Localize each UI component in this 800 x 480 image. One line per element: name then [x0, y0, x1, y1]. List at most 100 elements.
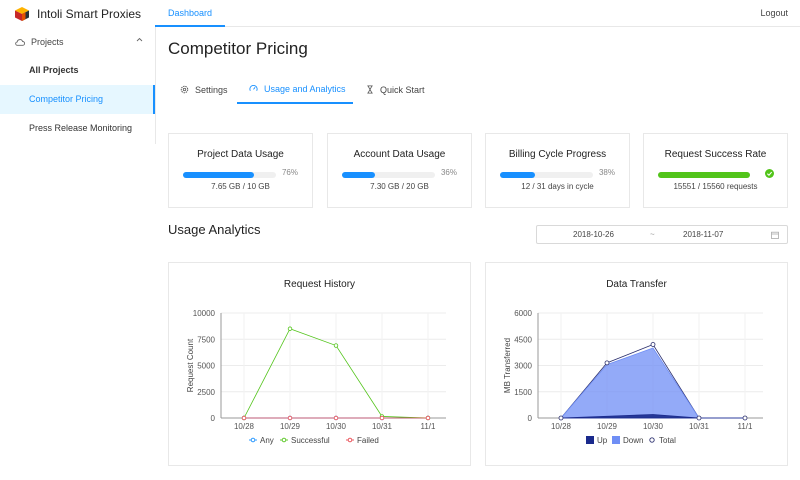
range-separator: ~ [650, 230, 655, 239]
stat-card-project-data: Project Data Usage 76% 7.65 GB / 10 GB [168, 133, 313, 208]
legend-label: Any [260, 436, 274, 445]
data-point [241, 415, 247, 421]
progress-fill [342, 172, 376, 178]
stat-title: Project Data Usage [197, 149, 284, 160]
y-tick-label: 0 [211, 414, 216, 423]
y-axis-label: MB Transferred [503, 338, 512, 393]
legend-label: Up [597, 436, 608, 445]
dashboard-icon [249, 84, 258, 91]
data-point [287, 326, 293, 331]
date-range-picker[interactable]: 2018-10-26 ~ 2018-11-07 [536, 225, 788, 244]
x-tick-label: 10/31 [372, 422, 393, 431]
data-transfer-chart: 0 1500 3000 4500 6000 10/28 10/29 10/30 10/31 11/… [503, 309, 763, 445]
y-tick-label: 3000 [514, 362, 532, 371]
app-title: Intoli Smart Proxies [37, 6, 142, 21]
legend-swatch [612, 436, 620, 444]
cloud-icon [15, 38, 25, 46]
legend-swatch [649, 437, 655, 443]
stat-title: Billing Cycle Progress [508, 149, 607, 160]
tab-quick-start[interactable]: Quick Start [366, 75, 425, 104]
range-end[interactable]: 2018-11-07 [683, 230, 723, 239]
progress-track [658, 172, 750, 178]
legend-swatch [347, 437, 353, 443]
calendar-icon [771, 231, 779, 239]
y-tick-label: 4500 [514, 335, 532, 344]
stat-detail: 7.65 GB / 10 GB [211, 182, 270, 191]
y-tick-label: 2500 [197, 388, 215, 397]
legend-label: Down [623, 436, 643, 445]
sidebar: Projects All Projects Competitor Pricing… [0, 27, 156, 144]
x-tick-label: 10/30 [643, 422, 664, 431]
x-tick-label: 11/1 [738, 422, 754, 431]
legend-swatch [281, 437, 287, 443]
stat-detail: 15551 / 15560 requests [673, 182, 758, 191]
legend-swatch [586, 436, 594, 444]
data-point [558, 415, 564, 421]
data-point [696, 415, 702, 421]
sidebar-item-all-projects[interactable]: All Projects [0, 56, 155, 85]
data-transfer-card: Data Transfer 0 1500 3000 4500 6000 10/28 10/2… [485, 262, 788, 466]
top-bar: Intoli Smart Proxies Dashboard Logout [0, 0, 800, 27]
x-tick-label: 10/30 [326, 422, 347, 431]
stat-detail: 12 / 31 days in cycle [521, 182, 594, 191]
tab-usage-analytics[interactable]: Usage and Analytics [237, 75, 353, 104]
tab-settings[interactable]: Settings [180, 75, 228, 104]
y-tick-label: 6000 [514, 309, 532, 318]
progress-track [342, 172, 435, 178]
y-tick-label: 0 [528, 414, 533, 423]
progress-percent: 38% [598, 168, 615, 177]
tab-bar: Settings Usage and Analytics Quick Start [168, 75, 788, 104]
top-nav: Dashboard Logout [155, 0, 800, 27]
brand[interactable]: Intoli Smart Proxies [0, 0, 155, 27]
x-tick-label: 10/29 [597, 422, 618, 431]
logout-link[interactable]: Logout [760, 0, 788, 26]
x-tick-label: 10/29 [280, 422, 301, 431]
request-history-chart: 0 2500 5000 7500 10000 10/28 10/29 10/30 10/31 11… [186, 309, 446, 445]
sidebar-item-press-release-monitoring[interactable]: Press Release Monitoring [0, 114, 155, 143]
data-point [379, 415, 385, 421]
stat-card-success-rate: Request Success Rate 15551 / 15560 reque… [643, 133, 788, 208]
tab-usage-analytics-label: Usage and Analytics [264, 83, 346, 94]
progress-track [183, 172, 276, 178]
progress-fill [658, 172, 750, 178]
legend-label: Total [659, 436, 676, 445]
y-tick-label: 10000 [193, 309, 216, 318]
tab-quick-start-label: Quick Start [380, 84, 425, 95]
chevron-up-icon [136, 37, 143, 42]
y-tick-label: 5000 [197, 362, 215, 371]
sidebar-item-competitor-pricing[interactable]: Competitor Pricing [0, 85, 155, 114]
x-tick-label: 10/28 [234, 422, 255, 431]
sidebar-group-projects[interactable]: Projects [0, 27, 155, 56]
check-circle-icon [765, 169, 774, 178]
y-tick-label: 7500 [197, 335, 215, 344]
x-tick-label: 10/31 [689, 422, 710, 431]
area-down [560, 347, 745, 419]
y-axis-label: Request Count [186, 338, 195, 392]
stat-detail: 7.30 GB / 20 GB [370, 182, 429, 191]
page-title: Competitor Pricing [168, 39, 308, 58]
request-history-card: Request History 0 2500 5000 7500 10000 10/28 1… [168, 262, 471, 466]
data-point [742, 415, 748, 421]
data-point [604, 360, 610, 366]
progress-percent: 76% [281, 168, 298, 177]
x-tick-label: 11/1 [421, 422, 437, 431]
progress-fill [500, 172, 536, 178]
legend-label: Successful [291, 436, 330, 445]
stat-title: Request Success Rate [664, 149, 767, 160]
progress-track [500, 172, 593, 178]
nav-tab-dashboard[interactable]: Dashboard [155, 0, 226, 27]
range-start[interactable]: 2018-10-26 [573, 230, 614, 239]
legend-swatch [250, 437, 256, 443]
gear-icon [180, 85, 189, 94]
stat-card-billing-cycle: Billing Cycle Progress 38% 12 / 31 days … [485, 133, 630, 208]
logo-icon [15, 6, 29, 21]
section-title-usage-analytics: Usage Analytics [168, 222, 261, 237]
data-point [287, 415, 293, 421]
data-point [333, 415, 339, 421]
y-tick-label: 1500 [514, 388, 532, 397]
hourglass-icon [367, 85, 373, 94]
tab-settings-label: Settings [195, 84, 228, 95]
stat-title: Account Data Usage [353, 149, 446, 160]
progress-fill [183, 172, 254, 178]
data-point [425, 415, 431, 421]
